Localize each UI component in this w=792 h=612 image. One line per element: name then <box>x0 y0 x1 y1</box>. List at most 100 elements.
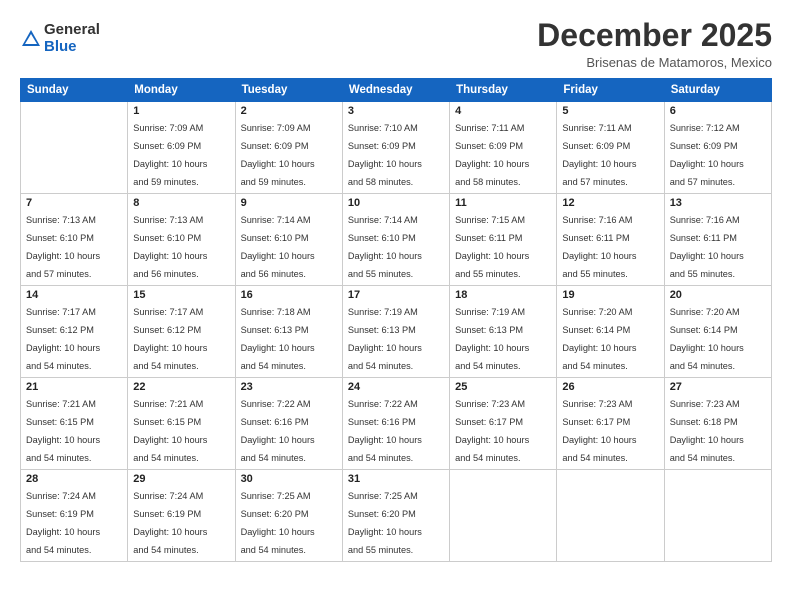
day-number: 20 <box>670 289 766 301</box>
day-number: 23 <box>241 381 337 393</box>
col-tuesday: Tuesday <box>235 79 342 102</box>
day-number: 24 <box>348 381 444 393</box>
day-info: Sunrise: 7:21 AMSunset: 6:15 PMDaylight:… <box>26 399 100 463</box>
day-number: 16 <box>241 289 337 301</box>
calendar-cell: 27Sunrise: 7:23 AMSunset: 6:18 PMDayligh… <box>664 378 771 470</box>
calendar-cell: 2 Sunrise: 7:09 AMSunset: 6:09 PMDaylight… <box>235 102 342 194</box>
day-number: 18 <box>455 289 551 301</box>
day-number: 15 <box>133 289 229 301</box>
day-number: 31 <box>348 473 444 485</box>
calendar-cell: 23 Sunrise: 7:22 AMSunset: 6:16 PMDayligh… <box>235 378 342 470</box>
day-number: 9 <box>241 197 337 209</box>
page: General Blue December 2025 Brisenas de M… <box>0 0 792 612</box>
calendar-cell: 3 Sunrise: 7:10 AMSunset: 6:09 PMDaylight… <box>342 102 449 194</box>
week-row-1: 1 Sunrise: 7:09 AMSunset: 6:09 PMDaylight… <box>21 102 772 194</box>
col-monday: Monday <box>128 79 235 102</box>
calendar-header-row: Sunday Monday Tuesday Wednesday Thursday… <box>21 79 772 102</box>
logo-blue: Blue <box>44 39 100 56</box>
week-row-5: 28 Sunrise: 7:24 AMSunset: 6:19 PMDayligh… <box>21 470 772 562</box>
col-friday: Friday <box>557 79 664 102</box>
logo-icon <box>20 28 42 50</box>
day-info: Sunrise: 7:16 AMSunset: 6:11 PMDaylight:… <box>562 215 636 279</box>
day-info: Sunrise: 7:13 AMSunset: 6:10 PMDaylight:… <box>26 215 100 279</box>
calendar-cell: 7 Sunrise: 7:13 AMSunset: 6:10 PMDaylight… <box>21 194 128 286</box>
day-info: Sunrise: 7:19 AMSunset: 6:13 PMDaylight:… <box>348 307 422 371</box>
day-number: 28 <box>26 473 122 485</box>
col-sunday: Sunday <box>21 79 128 102</box>
calendar-cell: 16Sunrise: 7:18 AMSunset: 6:13 PMDayligh… <box>235 286 342 378</box>
day-info: Sunrise: 7:19 AMSunset: 6:13 PMDaylight:… <box>455 307 529 371</box>
calendar-cell: 30 Sunrise: 7:25 AMSunset: 6:20 PMDayligh… <box>235 470 342 562</box>
day-number: 25 <box>455 381 551 393</box>
day-info: Sunrise: 7:22 AMSunset: 6:16 PMDaylight:… <box>241 399 315 463</box>
week-row-2: 7 Sunrise: 7:13 AMSunset: 6:10 PMDaylight… <box>21 194 772 286</box>
day-info: Sunrise: 7:24 AMSunset: 6:19 PMDaylight:… <box>133 491 207 555</box>
day-info: Sunrise: 7:23 AMSunset: 6:17 PMDaylight:… <box>562 399 636 463</box>
week-row-3: 14Sunrise: 7:17 AMSunset: 6:12 PMDayligh… <box>21 286 772 378</box>
day-info: Sunrise: 7:09 AMSunset: 6:09 PMDaylight:… <box>133 123 207 187</box>
calendar-table: Sunday Monday Tuesday Wednesday Thursday… <box>20 78 772 562</box>
calendar-cell <box>450 470 557 562</box>
day-number: 4 <box>455 105 551 117</box>
calendar-cell: 5 Sunrise: 7:11 AMSunset: 6:09 PMDaylight… <box>557 102 664 194</box>
title-area: December 2025 Brisenas de Matamoros, Mex… <box>537 18 772 70</box>
day-info: Sunrise: 7:20 AMSunset: 6:14 PMDaylight:… <box>562 307 636 371</box>
calendar-cell <box>21 102 128 194</box>
day-number: 21 <box>26 381 122 393</box>
day-info: Sunrise: 7:14 AMSunset: 6:10 PMDaylight:… <box>241 215 315 279</box>
col-wednesday: Wednesday <box>342 79 449 102</box>
day-info: Sunrise: 7:23 AMSunset: 6:17 PMDaylight:… <box>455 399 529 463</box>
month-title: December 2025 <box>537 18 772 53</box>
day-number: 30 <box>241 473 337 485</box>
day-info: Sunrise: 7:17 AMSunset: 6:12 PMDaylight:… <box>26 307 100 371</box>
location-subtitle: Brisenas de Matamoros, Mexico <box>537 55 772 70</box>
day-info: Sunrise: 7:09 AMSunset: 6:09 PMDaylight:… <box>241 123 315 187</box>
calendar-cell <box>664 470 771 562</box>
day-info: Sunrise: 7:12 AMSunset: 6:09 PMDaylight:… <box>670 123 744 187</box>
day-number: 8 <box>133 197 229 209</box>
calendar-cell: 20Sunrise: 7:20 AMSunset: 6:14 PMDayligh… <box>664 286 771 378</box>
day-info: Sunrise: 7:11 AMSunset: 6:09 PMDaylight:… <box>455 123 529 187</box>
col-saturday: Saturday <box>664 79 771 102</box>
day-info: Sunrise: 7:25 AMSunset: 6:20 PMDaylight:… <box>348 491 422 555</box>
logo-text: General Blue <box>44 22 100 55</box>
header: General Blue December 2025 Brisenas de M… <box>20 18 772 70</box>
day-number: 2 <box>241 105 337 117</box>
calendar-cell: 6 Sunrise: 7:12 AMSunset: 6:09 PMDaylight… <box>664 102 771 194</box>
calendar-cell: 14Sunrise: 7:17 AMSunset: 6:12 PMDayligh… <box>21 286 128 378</box>
calendar-cell: 10Sunrise: 7:14 AMSunset: 6:10 PMDayligh… <box>342 194 449 286</box>
day-number: 7 <box>26 197 122 209</box>
day-number: 1 <box>133 105 229 117</box>
day-number: 17 <box>348 289 444 301</box>
calendar-cell: 15 Sunrise: 7:17 AMSunset: 6:12 PMDayligh… <box>128 286 235 378</box>
calendar-cell: 18 Sunrise: 7:19 AMSunset: 6:13 PMDayligh… <box>450 286 557 378</box>
day-info: Sunrise: 7:23 AMSunset: 6:18 PMDaylight:… <box>670 399 744 463</box>
day-number: 19 <box>562 289 658 301</box>
day-info: Sunrise: 7:24 AMSunset: 6:19 PMDaylight:… <box>26 491 100 555</box>
day-info: Sunrise: 7:15 AMSunset: 6:11 PMDaylight:… <box>455 215 529 279</box>
calendar-cell: 26Sunrise: 7:23 AMSunset: 6:17 PMDayligh… <box>557 378 664 470</box>
day-number: 29 <box>133 473 229 485</box>
calendar-cell: 24Sunrise: 7:22 AMSunset: 6:16 PMDayligh… <box>342 378 449 470</box>
calendar-cell: 12Sunrise: 7:16 AMSunset: 6:11 PMDayligh… <box>557 194 664 286</box>
calendar-cell: 1 Sunrise: 7:09 AMSunset: 6:09 PMDaylight… <box>128 102 235 194</box>
calendar-cell: 28 Sunrise: 7:24 AMSunset: 6:19 PMDayligh… <box>21 470 128 562</box>
logo-general: General <box>44 22 100 39</box>
day-number: 6 <box>670 105 766 117</box>
day-info: Sunrise: 7:25 AMSunset: 6:20 PMDaylight:… <box>241 491 315 555</box>
calendar-cell: 4 Sunrise: 7:11 AMSunset: 6:09 PMDaylight… <box>450 102 557 194</box>
calendar-cell <box>557 470 664 562</box>
day-info: Sunrise: 7:11 AMSunset: 6:09 PMDaylight:… <box>562 123 636 187</box>
day-info: Sunrise: 7:10 AMSunset: 6:09 PMDaylight:… <box>348 123 422 187</box>
calendar-cell: 31 Sunrise: 7:25 AMSunset: 6:20 PMDayligh… <box>342 470 449 562</box>
calendar-cell: 17 Sunrise: 7:19 AMSunset: 6:13 PMDayligh… <box>342 286 449 378</box>
day-info: Sunrise: 7:16 AMSunset: 6:11 PMDaylight:… <box>670 215 744 279</box>
day-number: 5 <box>562 105 658 117</box>
day-info: Sunrise: 7:21 AMSunset: 6:15 PMDaylight:… <box>133 399 207 463</box>
week-row-4: 21 Sunrise: 7:21 AMSunset: 6:15 PMDayligh… <box>21 378 772 470</box>
day-number: 22 <box>133 381 229 393</box>
calendar-cell: 29 Sunrise: 7:24 AMSunset: 6:19 PMDayligh… <box>128 470 235 562</box>
day-number: 3 <box>348 105 444 117</box>
logo: General Blue <box>20 22 100 55</box>
day-info: Sunrise: 7:17 AMSunset: 6:12 PMDaylight:… <box>133 307 207 371</box>
